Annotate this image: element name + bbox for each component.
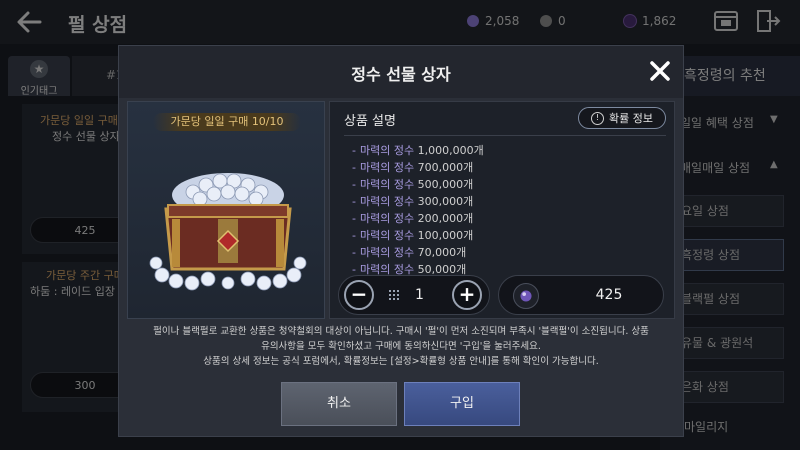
cancel-button[interactable]: 취소 (281, 382, 397, 426)
description-panel: 상품 설명 ! 확률 정보 - 마력의 정수 1,000,000개 - 마력의 정수… (329, 101, 675, 319)
price-display: 425 (498, 275, 664, 315)
purchase-notice: 펄이나 블랙펄로 교환한 상품은 청약철회의 대상이 아닙니다. 구매시 '펄'… (119, 324, 683, 369)
notice-line: 펄이나 블랙펄로 교환한 상품은 청약철회의 대상이 아닙니다. 구매시 '펄'… (153, 326, 649, 337)
item-name: 마력의 정수 (359, 212, 415, 225)
item-name: 마력의 정수 (359, 144, 415, 157)
item-name: 마력의 정수 (359, 195, 415, 208)
notice-line: 유의사항을 모두 확인하셨고 구매에 동의하신다면 '구입'을 눌러주세요. (261, 341, 541, 352)
modal-header: 정수 선물 상자 (119, 46, 683, 98)
item-qty: 500,000개 (417, 178, 474, 191)
keypad-icon[interactable] (389, 290, 399, 300)
item-name: 마력의 정수 (359, 229, 415, 242)
list-item: - 마력의 정수 200,000개 (352, 212, 474, 225)
quantity-stepper: − 1 + (338, 275, 490, 315)
probability-info-button[interactable]: ! 확률 정보 (578, 107, 666, 129)
list-item: - 마력의 정수 500,000개 (352, 178, 474, 191)
product-image-panel: 가문당 일일 구매 10/10 (127, 101, 325, 319)
list-item: - 마력의 정수 700,000개 (352, 161, 474, 174)
close-icon[interactable] (649, 60, 671, 82)
price-value: 425 (595, 287, 623, 303)
quantity-value[interactable]: 1 (415, 287, 424, 303)
probability-info-label: 확률 정보 (609, 112, 653, 125)
purchase-limit-badge: 가문당 일일 구매 10/10 (153, 113, 301, 131)
list-item: - 마력의 정수 300,000개 (352, 195, 474, 208)
list-item: - 마력의 정수 70,000개 (352, 246, 467, 259)
item-qty: 200,000개 (417, 212, 474, 225)
item-qty: 300,000개 (417, 195, 474, 208)
treasure-chest-icon (149, 173, 307, 291)
item-qty: 700,000개 (417, 161, 474, 174)
description-title: 상품 설명 (344, 114, 396, 129)
list-item: - 마력의 정수 1,000,000개 (352, 144, 484, 157)
info-icon: ! (591, 111, 604, 125)
purple-gem-icon (513, 283, 539, 309)
notice-line: 상품의 상세 정보는 공식 포럼에서, 확률정보는 [설정>확률형 상품 안내]… (203, 356, 599, 367)
divider (344, 135, 666, 136)
item-name: 마력의 정수 (359, 161, 415, 174)
minus-button[interactable]: − (344, 280, 374, 310)
item-qty: 100,000개 (417, 229, 474, 242)
item-name: 마력의 정수 (359, 178, 415, 191)
modal-title: 정수 선물 상자 (351, 65, 451, 84)
item-name: 마력의 정수 (359, 246, 415, 259)
list-item: - 마력의 정수 100,000개 (352, 229, 474, 242)
item-qty: 1,000,000개 (417, 144, 484, 157)
plus-button[interactable]: + (452, 280, 482, 310)
item-list: - 마력의 정수 1,000,000개 - 마력의 정수 700,000개 - 마력의… (352, 142, 484, 278)
purchase-modal: 정수 선물 상자 가문당 일일 구매 10/10 상품 설명 ! 확률 정보 -… (118, 45, 684, 437)
item-qty: 70,000개 (417, 246, 467, 259)
buy-button[interactable]: 구입 (404, 382, 520, 426)
